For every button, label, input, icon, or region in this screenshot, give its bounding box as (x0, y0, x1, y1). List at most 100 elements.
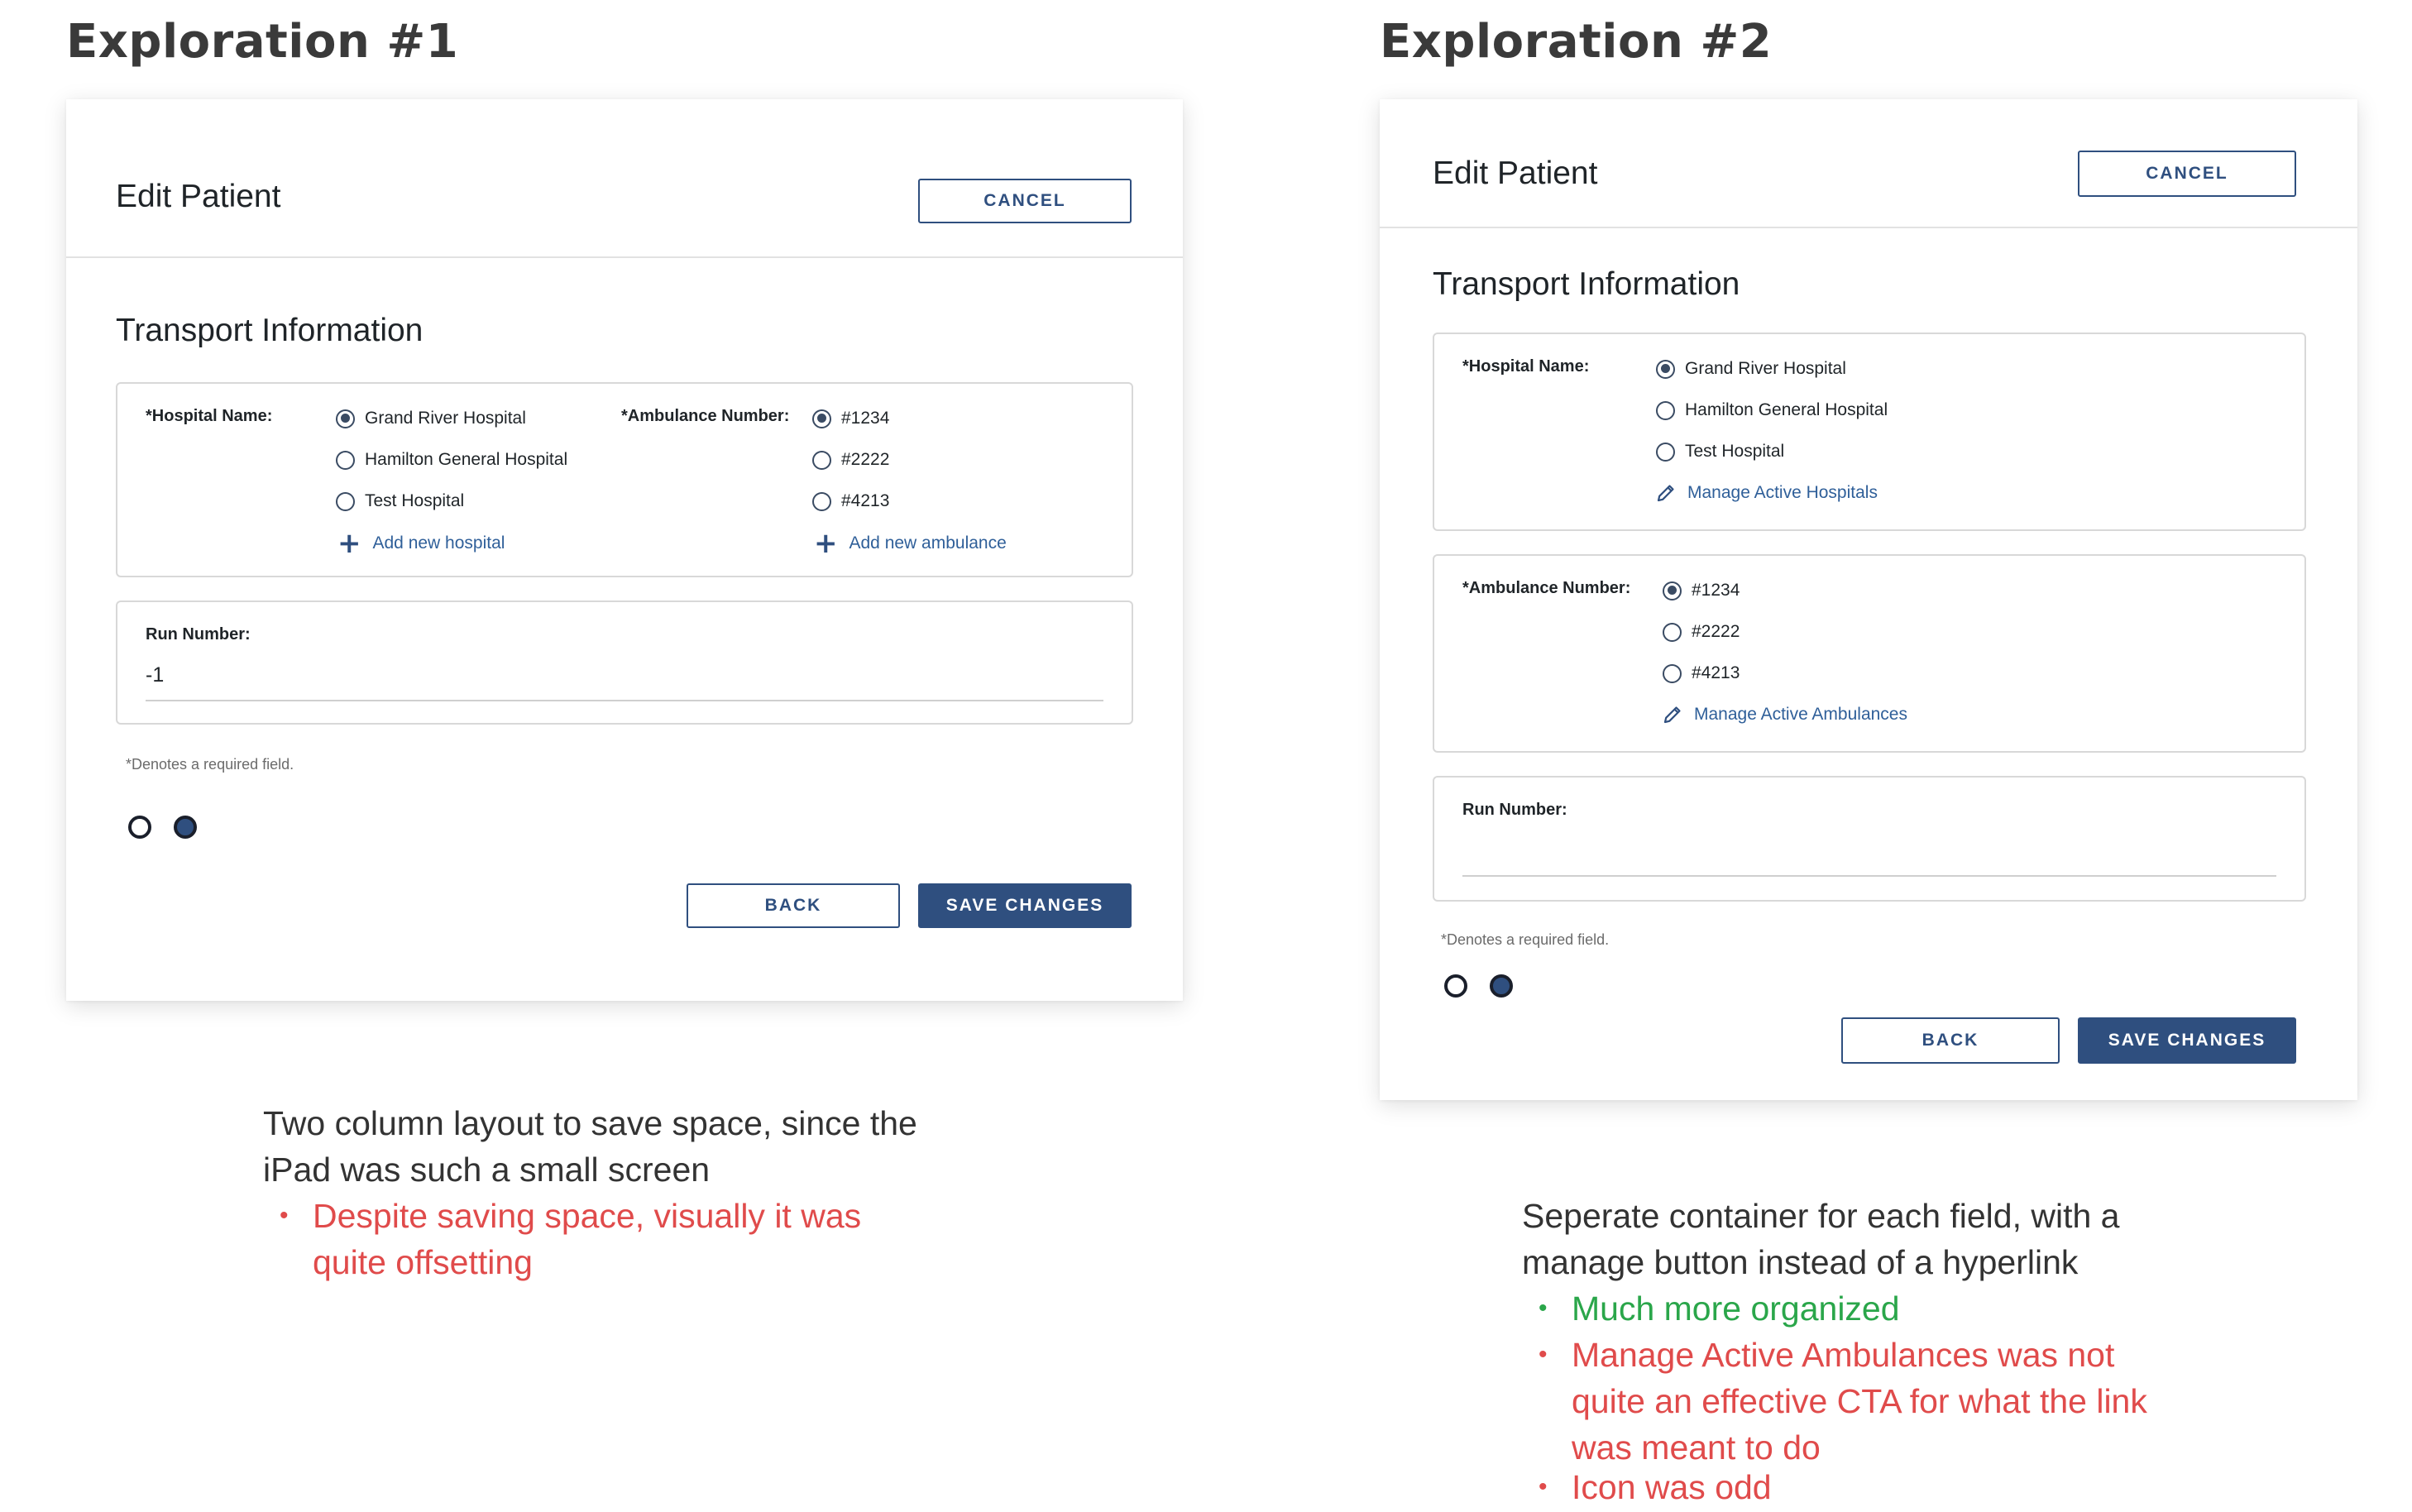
run-number-label: Run Number: (146, 625, 251, 644)
bullet-dot: • (280, 1202, 289, 1229)
hospital-option-label: Grand River Hospital (1685, 359, 1846, 378)
ambulance-option-2222[interactable]: #2222 (812, 450, 889, 470)
required-field-note: *Denotes a required field. (1441, 931, 1610, 948)
transport-information-title: Transport Information (1433, 266, 1740, 302)
exploration-2-bullet-3-text: Icon was odd (1572, 1468, 1772, 1506)
page-indicator-dot-1[interactable] (128, 816, 151, 839)
hospital-option-grand-river[interactable]: Grand River Hospital (336, 409, 526, 428)
header-divider (1380, 227, 2357, 228)
exploration-2-note-line-1: Seperate container for each field, with … (1522, 1197, 2120, 1235)
ambulance-option-4213[interactable]: #4213 (1663, 663, 1740, 683)
hospital-option-label: Grand River Hospital (365, 409, 526, 428)
exploration-2-card: Edit Patient CANCEL Transport Informatio… (1380, 99, 2357, 1100)
ambulance-number-box: *Ambulance Number: #1234 #2222 #4213 Man… (1433, 554, 2306, 753)
hospital-option-hamilton-general[interactable]: Hamilton General Hospital (1656, 400, 1888, 420)
hospital-name-box: *Hospital Name: Grand River Hospital Ham… (1433, 333, 2306, 531)
hospital-option-label: Hamilton General Hospital (365, 450, 568, 469)
cancel-button[interactable]: CANCEL (2078, 151, 2296, 197)
radio-unselected-icon (336, 450, 355, 470)
back-button[interactable]: BACK (687, 883, 900, 928)
add-new-ambulance-label: Add new ambulance (849, 534, 1007, 553)
ambulance-option-label: #1234 (1692, 581, 1740, 600)
ambulance-option-1234[interactable]: #1234 (812, 409, 889, 428)
ambulance-option-2222[interactable]: #2222 (1663, 622, 1740, 642)
manage-active-ambulances-button[interactable]: Manage Active Ambulances (1663, 705, 1907, 725)
hospital-name-label: *Hospital Name: (1462, 357, 1590, 376)
ambulance-option-4213[interactable]: #4213 (812, 491, 889, 511)
run-number-box: Run Number: (1433, 776, 2306, 902)
radio-selected-icon (336, 409, 355, 428)
ambulance-option-label: #2222 (841, 450, 890, 469)
page-indicator-dot-2[interactable] (174, 816, 197, 839)
run-number-underline (1462, 875, 2276, 877)
hospital-option-hamilton-general[interactable]: Hamilton General Hospital (336, 450, 567, 470)
radio-unselected-icon (1656, 400, 1675, 420)
transport-fields-box: *Hospital Name: Grand River Hospital Ham… (116, 382, 1133, 577)
plus-icon: + (337, 527, 361, 560)
add-new-ambulance-link[interactable]: + Add new ambulance (814, 529, 1007, 557)
radio-unselected-icon (1663, 663, 1682, 683)
exploration-2-bullet-2-line-2: quite an effective CTA for what the link (1572, 1382, 2147, 1420)
hospital-option-label: Hamilton General Hospital (1685, 400, 1888, 419)
run-number-label: Run Number: (1462, 801, 1567, 819)
required-field-note: *Denotes a required field. (126, 756, 294, 773)
add-new-hospital-label: Add new hospital (372, 534, 505, 553)
bullet-dot: • (1539, 1341, 1548, 1368)
exploration-2-bullet-3: • Icon was odd (1539, 1464, 1772, 1510)
ambulance-option-label: #4213 (841, 491, 890, 510)
hospital-option-test[interactable]: Test Hospital (1656, 442, 1784, 462)
save-changes-button[interactable]: SAVE CHANGES (2078, 1017, 2296, 1064)
manage-active-hospitals-button[interactable]: Manage Active Hospitals (1656, 483, 1878, 503)
radio-unselected-icon (812, 491, 831, 511)
plus-icon: + (814, 527, 838, 560)
manage-active-ambulances-label: Manage Active Ambulances (1694, 705, 1907, 724)
manage-active-hospitals-label: Manage Active Hospitals (1687, 483, 1878, 502)
bullet-dot: • (1539, 1473, 1548, 1500)
page-indicator-dot-2[interactable] (1490, 974, 1513, 998)
hospital-option-label: Test Hospital (1685, 442, 1785, 461)
header-divider (66, 256, 1183, 258)
exploration-1-bullet-1-line-1: Despite saving space, visually it was (313, 1197, 862, 1235)
hospital-option-test[interactable]: Test Hospital (336, 491, 464, 511)
radio-selected-icon (1663, 581, 1682, 600)
pencil-icon (1657, 485, 1674, 502)
transport-information-title: Transport Information (116, 313, 424, 348)
exploration-2-bullet-2: • Manage Active Ambulances was not (1539, 1332, 2115, 1378)
radio-selected-icon (812, 409, 831, 428)
exploration-1-card: Edit Patient CANCEL Transport Informatio… (66, 99, 1183, 1001)
edit-patient-title: Edit Patient (1433, 156, 1598, 191)
exploration-2-bullet-1-text: Much more organized (1572, 1290, 1900, 1328)
edit-patient-title: Edit Patient (116, 179, 281, 214)
exploration-1-note-line-1: Two column layout to save space, since t… (263, 1104, 917, 1142)
run-number-input[interactable]: -1 (146, 663, 164, 687)
exploration-1-note-line-2: iPad was such a small screen (263, 1151, 711, 1189)
exploration-1-heading: Exploration #1 (66, 15, 459, 69)
run-number-underline (146, 700, 1103, 701)
ambulance-option-label: #4213 (1692, 663, 1740, 682)
pencil-icon (1663, 706, 1681, 724)
page-indicator-dot-1[interactable] (1444, 974, 1467, 998)
exploration-2-bullet-1: • Much more organized (1539, 1285, 1900, 1332)
add-new-hospital-link[interactable]: + Add new hospital (337, 529, 505, 557)
radio-unselected-icon (336, 491, 355, 511)
radio-unselected-icon (1656, 442, 1675, 462)
exploration-2-note-line-2: manage button instead of a hyperlink (1522, 1243, 2079, 1281)
radio-selected-icon (1656, 359, 1675, 379)
ambulance-number-label: *Ambulance Number: (621, 407, 790, 425)
hospital-name-label: *Hospital Name: (146, 407, 273, 425)
exploration-1-bullet-1-line-2: quite offsetting (313, 1243, 533, 1281)
cancel-button[interactable]: CANCEL (918, 179, 1132, 223)
hospital-option-grand-river[interactable]: Grand River Hospital (1656, 359, 1846, 379)
ambulance-number-label: *Ambulance Number: (1462, 579, 1631, 597)
hospital-option-label: Test Hospital (365, 491, 465, 510)
save-changes-button[interactable]: SAVE CHANGES (918, 883, 1132, 928)
radio-unselected-icon (812, 450, 831, 470)
exploration-1-bullet-1: • Despite saving space, visually it was (280, 1193, 862, 1239)
run-number-box: Run Number: -1 (116, 600, 1133, 725)
back-button[interactable]: BACK (1841, 1017, 2060, 1064)
ambulance-option-1234[interactable]: #1234 (1663, 581, 1740, 600)
exploration-2-heading: Exploration #2 (1380, 15, 1773, 69)
ambulance-option-label: #2222 (1692, 622, 1740, 641)
exploration-2-bullet-2-line-1: Manage Active Ambulances was not (1572, 1336, 2115, 1374)
bullet-dot: • (1539, 1294, 1548, 1322)
